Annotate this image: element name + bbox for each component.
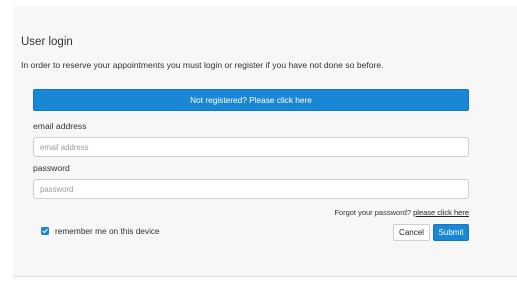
- checkmark-icon: [42, 228, 48, 234]
- remember-me-checkbox[interactable]: [41, 227, 49, 235]
- forgot-password-text: Forgot your password?: [334, 208, 412, 217]
- password-field[interactable]: [33, 179, 469, 199]
- password-label: password: [33, 163, 70, 173]
- forgot-password-link[interactable]: please click here: [413, 208, 469, 217]
- forgot-password: Forgot your password? please click here: [334, 208, 469, 217]
- page-title: User login: [21, 36, 73, 48]
- email-label: email address: [33, 121, 87, 131]
- cancel-button[interactable]: Cancel: [393, 224, 430, 241]
- login-intro-text: In order to reserve your appointments yo…: [21, 60, 384, 70]
- page-canvas: User login In order to reserve your appo…: [0, 0, 517, 293]
- remember-me-label: remember me on this device: [55, 226, 160, 236]
- register-button[interactable]: Not registered? Please click here: [33, 89, 469, 111]
- submit-button[interactable]: Submit: [433, 224, 469, 241]
- email-field[interactable]: [33, 137, 469, 157]
- remember-me: remember me on this device: [41, 226, 160, 236]
